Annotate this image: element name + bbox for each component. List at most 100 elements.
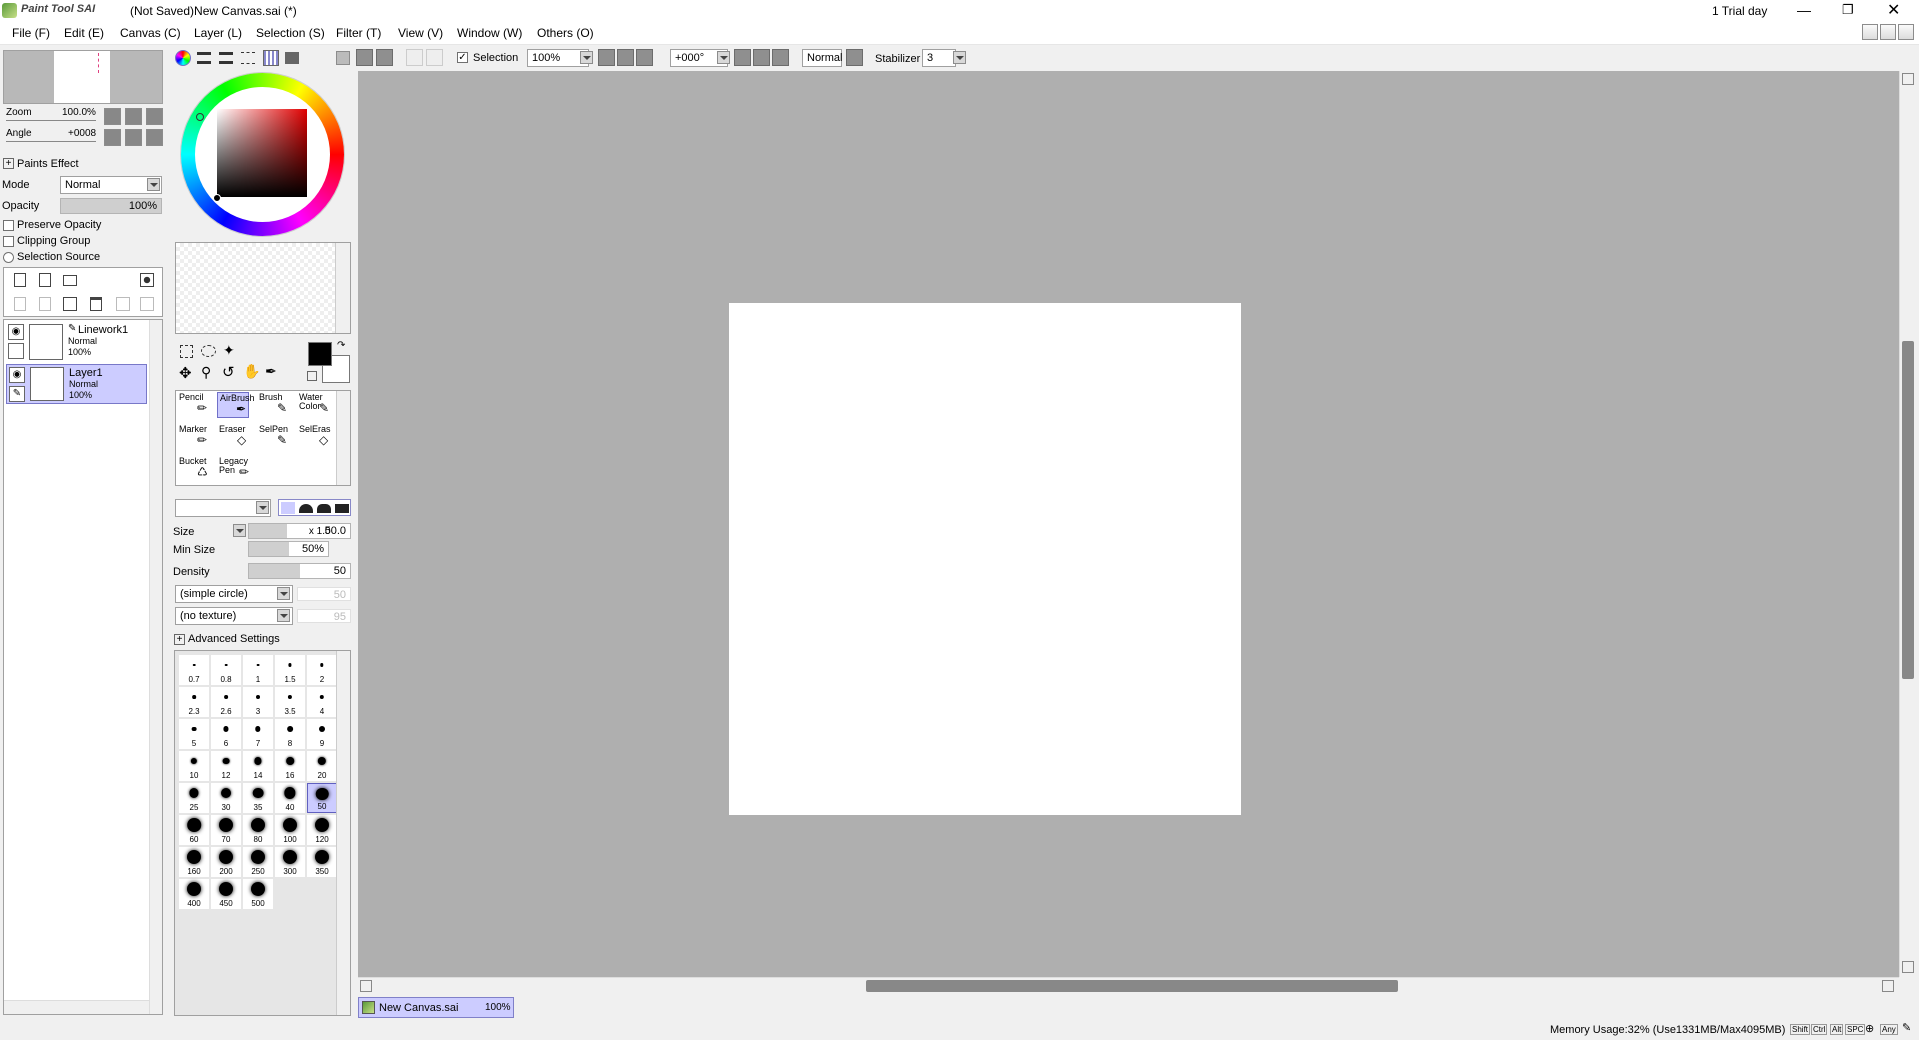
brush-size-cell[interactable]: 100 — [275, 815, 305, 845]
stabilizer-select[interactable]: 3 — [922, 49, 956, 67]
rotate-reset-button[interactable] — [772, 49, 789, 66]
new-folder-icon[interactable] — [63, 275, 77, 286]
brush-size-cell[interactable]: 1.5 — [275, 655, 305, 685]
brush-size-cell[interactable]: 0.7 — [179, 655, 209, 685]
scratchpad-tab-icon[interactable] — [263, 50, 279, 66]
brush-size-cell[interactable]: 200 — [211, 847, 241, 877]
brush-size-cell[interactable]: 20 — [307, 751, 337, 781]
view-blend-select[interactable]: Normal — [802, 49, 842, 67]
zoom-in-button[interactable] — [125, 108, 142, 125]
undo-button[interactable] — [356, 49, 373, 66]
menu-canvas[interactable]: Canvas (C) — [120, 26, 181, 40]
canvas-vscrollbar[interactable] — [1899, 71, 1916, 977]
layer-mask-icon[interactable] — [140, 273, 154, 287]
plus-icon[interactable]: + — [3, 158, 14, 169]
canvas-tab[interactable]: New Canvas.sai 100% — [358, 997, 514, 1018]
chevron-down-icon[interactable] — [147, 178, 160, 191]
size-slider[interactable]: x 1.050.0 — [248, 523, 351, 539]
rotate-left-button[interactable] — [734, 49, 751, 66]
brush-size-cell[interactable]: 10 — [179, 751, 209, 781]
saturation-value-square[interactable] — [217, 109, 307, 197]
eyedropper-icon[interactable]: ✒ — [265, 363, 277, 380]
tool-bucket[interactable]: Bucket ♺ — [177, 456, 209, 482]
scroll-left-icon[interactable] — [360, 980, 372, 992]
tool-brush[interactable]: Brush ✎ — [257, 392, 289, 418]
hue-marker[interactable] — [196, 113, 204, 121]
min-size-slider[interactable]: 50% — [248, 541, 329, 557]
brush-size-cell[interactable]: 6 — [211, 719, 241, 749]
zoom-out-button[interactable] — [598, 49, 615, 66]
deselect-button[interactable] — [406, 49, 423, 66]
lasso-icon[interactable] — [201, 345, 216, 357]
hsv-slider-tab-icon[interactable] — [219, 52, 233, 64]
menu-window[interactable]: Window (W) — [457, 26, 522, 40]
swatches-tab-icon[interactable] — [241, 52, 255, 64]
brush-size-cell[interactable]: 14 — [243, 751, 273, 781]
zoom-reset-button[interactable] — [146, 108, 163, 125]
rotate-right-button[interactable] — [753, 49, 770, 66]
menu-file[interactable]: File (F) — [12, 26, 50, 40]
chevron-down-icon[interactable] — [580, 51, 593, 64]
merge-visible-icon[interactable] — [116, 297, 130, 311]
sv-marker[interactable] — [213, 194, 221, 202]
brush-size-cell[interactable]: 35 — [243, 783, 273, 813]
minimize-icon[interactable]: — — [1797, 2, 1811, 18]
swap-colors-icon[interactable]: ↷ — [337, 340, 345, 351]
primary-color-swatch[interactable] — [308, 342, 332, 366]
new-linework-layer-icon[interactable] — [39, 273, 51, 287]
chevron-down-icon[interactable] — [256, 501, 269, 514]
scratchpad-scrollbar[interactable] — [335, 243, 350, 333]
scroll-down-icon[interactable] — [1902, 961, 1914, 973]
menu-filter[interactable]: Filter (T) — [336, 26, 381, 40]
layer-list-hscrollbar[interactable] — [4, 1000, 149, 1014]
rotate-left-button[interactable] — [104, 129, 121, 146]
tool-marker[interactable]: Marker ✏ — [177, 424, 209, 450]
brush-grid-scrollbar[interactable] — [336, 651, 350, 1015]
brush-size-cell[interactable]: 250 — [243, 847, 273, 877]
brush-size-cell[interactable]: 120 — [307, 815, 337, 845]
magic-wand-icon[interactable]: ✦ — [223, 342, 235, 359]
brush-size-cell[interactable]: 300 — [275, 847, 305, 877]
preserve-opacity-checkbox[interactable] — [3, 220, 14, 231]
clipping-group-checkbox[interactable] — [3, 236, 14, 247]
trash-icon[interactable] — [90, 297, 102, 311]
brush-size-cell[interactable]: 16 — [275, 751, 305, 781]
canvas-hscrollbar[interactable] — [358, 977, 1899, 993]
scratchpad[interactable] — [175, 242, 351, 334]
zoom-in-button[interactable] — [617, 49, 634, 66]
copy-layer-icon[interactable] — [14, 297, 26, 311]
visibility-eye-icon[interactable]: ◉ — [8, 324, 24, 340]
layer-item[interactable]: ◉ ✎ Linework1 Normal 100% — [6, 322, 147, 362]
chevron-down-icon[interactable] — [953, 51, 966, 64]
rgb-slider-tab-icon[interactable] — [197, 52, 211, 64]
layout-button-1[interactable] — [1862, 24, 1878, 40]
brush-edge-selector[interactable] — [278, 499, 351, 516]
move-icon[interactable]: ✥ — [179, 364, 192, 382]
selection-checkbox[interactable]: ✓ — [457, 52, 468, 63]
lock-checkbox[interactable] — [8, 343, 24, 359]
zoom-out-button[interactable] — [104, 108, 121, 125]
brush-size-cell[interactable]: 50 — [307, 783, 337, 813]
drawing-canvas[interactable] — [729, 303, 1241, 815]
opacity-slider[interactable]: 100% — [60, 198, 162, 214]
chevron-down-icon[interactable] — [233, 524, 246, 537]
brush-size-cell[interactable]: 160 — [179, 847, 209, 877]
zoom-slider[interactable] — [6, 120, 96, 121]
tool-watercolor[interactable]: Water Color ✎ — [297, 392, 329, 418]
layer-list-scrollbar[interactable] — [149, 320, 162, 1014]
plus-icon[interactable]: + — [174, 634, 185, 645]
vscroll-thumb[interactable] — [1902, 341, 1914, 679]
brush-size-cell[interactable]: 7 — [243, 719, 273, 749]
brush-shape-select[interactable]: (simple circle) — [175, 585, 293, 603]
tool-seleras[interactable]: SelEras ◇ — [297, 424, 331, 450]
color-wheel[interactable] — [181, 73, 344, 236]
zoom-reset-button[interactable] — [636, 49, 653, 66]
brush-size-cell[interactable]: 4 — [307, 687, 337, 717]
scroll-up-icon[interactable] — [1902, 73, 1914, 85]
new-layer-icon[interactable] — [14, 273, 26, 287]
redo-button[interactable] — [376, 49, 393, 66]
edge-hard-icon[interactable] — [281, 502, 295, 514]
visibility-eye-icon[interactable]: ◉ — [9, 367, 25, 383]
brush-size-cell[interactable]: 3 — [243, 687, 273, 717]
brush-size-cell[interactable]: 2 — [307, 655, 337, 685]
